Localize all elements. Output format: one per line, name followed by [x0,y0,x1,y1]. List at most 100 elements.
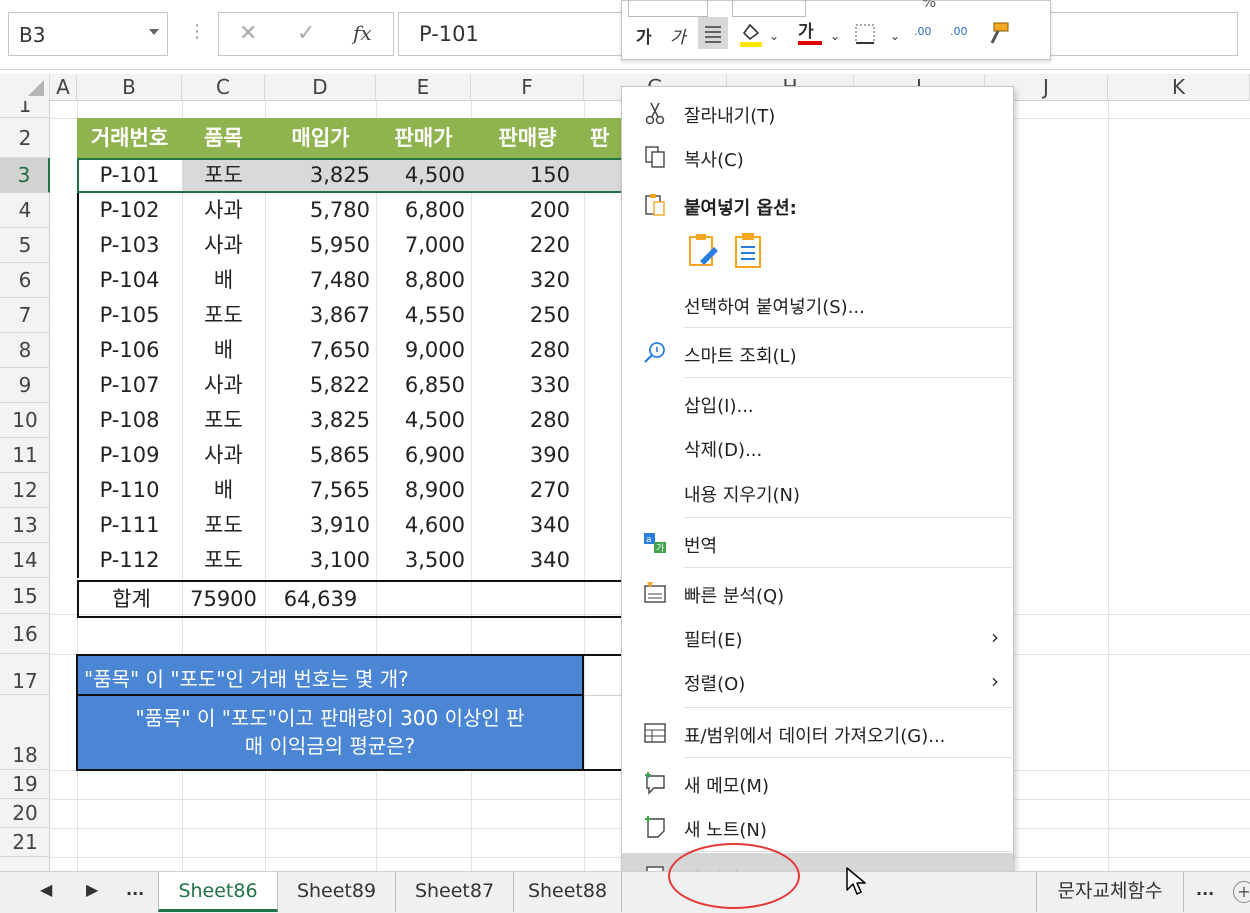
table-cell[interactable]: P-107 [77,368,182,403]
enter-icon[interactable]: ✓ [297,21,315,46]
table-cell[interactable]: 4,550 [376,298,471,333]
table-cell[interactable]: 150 [471,158,584,193]
italic-button[interactable]: 가 [670,23,686,48]
menu-item-smart-lookup[interactable]: 스마트 조회(L) [622,331,1013,375]
column-header-b[interactable]: B [77,74,182,101]
paste-button[interactable] [730,231,770,271]
table-cell[interactable]: 250 [471,298,584,333]
row-header-21[interactable]: 21 [0,828,50,857]
format-painter-button[interactable] [984,19,1012,47]
column-header-k[interactable]: K [1108,74,1250,101]
table-cell[interactable]: 8,900 [376,473,471,508]
table-cell[interactable]: P-105 [77,298,182,333]
table-cell[interactable]: 3,500 [376,543,471,578]
increase-decimal-button[interactable]: .00 [950,25,968,38]
table-cell[interactable]: 사과 [182,368,265,403]
row-header-14[interactable]: 14 [0,543,50,578]
chevron-down-icon[interactable] [149,29,159,35]
chevron-down-icon[interactable]: ⌄ [769,29,779,43]
table-cell[interactable]: 포도 [182,158,265,193]
table-cell[interactable]: 포도 [182,403,265,438]
table-cell[interactable]: 280 [471,403,584,438]
table-cell[interactable]: P-108 [77,403,182,438]
table-cell[interactable]: 280 [471,333,584,368]
table-cell[interactable]: 340 [471,508,584,543]
chevron-down-icon[interactable]: ⌄ [830,29,840,43]
column-header-c[interactable]: C [182,74,265,101]
menu-item-delete[interactable]: 삭제(D)... [622,425,1013,469]
menu-item-copy[interactable]: 복사(C) [622,135,1013,179]
bold-button[interactable]: 가 [636,23,652,48]
table-cell[interactable]: 330 [471,368,584,403]
header-cell[interactable]: 판매량 [471,118,584,158]
name-box[interactable]: B3 [8,12,168,56]
row-header-7[interactable]: 7 [0,298,50,333]
sheet-tab[interactable]: Sheet89 [278,872,396,912]
table-cell[interactable]: 3,100 [265,543,376,578]
menu-item-quick-analysis[interactable]: 빠른 분석(Q) [622,571,1013,615]
row-header-5[interactable]: 5 [0,228,50,263]
menu-item-filter[interactable]: 필터(E) › [622,615,1013,659]
row-header-4[interactable]: 4 [0,193,50,228]
font-color-button[interactable]: 가 [798,17,814,42]
table-cell[interactable]: P-112 [77,543,182,578]
row-header-18[interactable]: 18 [0,695,50,770]
row-header-8[interactable]: 8 [0,333,50,368]
sheet-tab[interactable]: Sheet86 [158,872,278,912]
table-cell[interactable]: 340 [471,543,584,578]
table-cell[interactable]: 6,900 [376,438,471,473]
table-cell[interactable]: 4,600 [376,508,471,543]
row-header-13[interactable]: 13 [0,508,50,543]
row-header-12[interactable]: 12 [0,473,50,508]
add-sheet-icon[interactable]: + [1233,881,1250,903]
menu-item-new-note[interactable]: 새 노트(N) [622,805,1013,849]
sheet-tab[interactable]: 문자교체함수 [1036,872,1184,912]
table-cell[interactable]: 4,500 [376,158,471,193]
table-cell[interactable]: 포도 [182,508,265,543]
table-cell[interactable]: 사과 [182,193,265,228]
table-cell[interactable]: P-104 [77,263,182,298]
row-header-17[interactable]: 17 [0,654,50,695]
table-cell[interactable]: 6,850 [376,368,471,403]
tab-more-left[interactable]: ... [126,880,144,899]
table-cell[interactable]: 포도 [182,298,265,333]
decrease-decimal-button[interactable]: .00 [914,25,932,38]
table-cell[interactable]: 포도 [182,543,265,578]
borders-button[interactable] [854,23,876,45]
table-cell[interactable]: 3,867 [265,298,376,333]
menu-item-cut[interactable]: 잘라내기(T) [622,91,1013,135]
row-header-6[interactable]: 6 [0,263,50,298]
table-cell[interactable]: 배 [182,333,265,368]
table-cell[interactable]: 사과 [182,438,265,473]
column-header-e[interactable]: E [376,74,471,101]
table-cell[interactable]: P-102 [77,193,182,228]
table-cell[interactable]: 5,950 [265,228,376,263]
chevron-down-icon[interactable]: ⌄ [890,29,900,43]
row-header-1[interactable]: 1 [0,101,50,118]
table-cell[interactable]: 8,800 [376,263,471,298]
table-cell[interactable]: 7,000 [376,228,471,263]
table-cell[interactable]: 320 [471,263,584,298]
header-cell[interactable]: 판매가 [376,118,471,158]
menu-item-clear-contents[interactable]: 내용 지우기(N) [622,470,1013,514]
table-cell[interactable]: 5,822 [265,368,376,403]
table-cell[interactable]: 270 [471,473,584,508]
row-header-10[interactable]: 10 [0,403,50,438]
row-header-20[interactable]: 20 [0,799,50,828]
row-header-3[interactable]: 3 [0,158,50,193]
table-cell[interactable]: P-101 [77,158,182,193]
total-cell[interactable]: 64,639 [265,582,376,616]
table-cell[interactable]: P-111 [77,508,182,543]
table-cell[interactable]: 390 [471,438,584,473]
menu-item-sort[interactable]: 정렬(O) › [622,659,1013,703]
cancel-icon[interactable]: ✕ [239,21,257,46]
table-cell[interactable]: 3,825 [265,158,376,193]
sheet-tab[interactable]: Sheet88 [514,872,622,912]
fill-color-button[interactable] [736,19,766,49]
menu-item-get-data[interactable]: 표/범위에서 데이터 가져오기(G)... [622,711,1013,755]
table-cell[interactable]: P-109 [77,438,182,473]
row-header-11[interactable]: 11 [0,438,50,473]
table-cell[interactable]: P-103 [77,228,182,263]
table-cell[interactable]: 5,865 [265,438,376,473]
tab-scroll-next-icon[interactable]: ▶ [86,880,98,899]
